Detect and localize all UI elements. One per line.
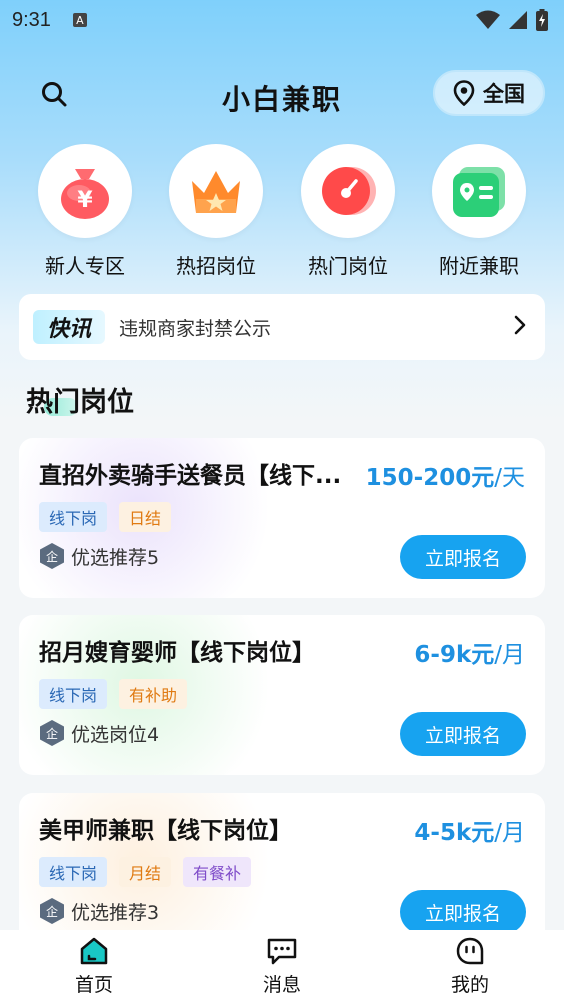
company-info: 企 优选推荐3 [39,897,159,925]
job-title: 美甲师兼职【线下岗位】 [39,818,292,844]
tab-label: 消息 [262,974,301,996]
company-name: 优选推荐5 [71,546,160,569]
salary-amount: 4-5k元 [414,820,495,846]
job-title: 直招外卖骑手送餐员【线下... [39,463,342,489]
profile-icon [456,937,484,965]
crown-icon [192,171,240,213]
wifi-icon [476,10,500,29]
job-tag: 日结 [119,502,172,532]
category-icon-wrap [169,144,263,238]
job-tag: 线下岗 [39,857,108,887]
category-nearby[interactable]: 附近兼职 [419,144,539,279]
job-salary: 150-200元/天 [366,458,525,492]
news-text: 违规商家封禁公示 [119,317,272,340]
job-card[interactable]: 直招外卖骑手送餐员【线下... 150-200元/天 线下岗 日结 企 优选推荐… [19,438,545,598]
job-tag: 线下岗 [39,502,108,532]
job-tags: 线下岗 月结 有餐补 [39,857,252,887]
notification-icon: A [72,13,87,27]
location-pin-icon [453,80,475,106]
tab-label: 首页 [74,974,113,996]
job-tag: 有补助 [119,679,188,709]
salary-amount: 6-9k元 [414,642,495,668]
job-salary: 4-5k元/月 [414,813,525,847]
job-card[interactable]: 招月嫂育婴师【线下岗位】 6-9k元/月 线下岗 有补助 企 优选岗位4 立即报… [19,615,545,775]
category-popular[interactable]: 热门岗位 [288,144,408,279]
salary-unit: /天 [494,465,525,491]
location-button[interactable]: 全国 [433,70,545,116]
category-icon-wrap: ¥ [38,144,132,238]
apply-button[interactable]: 立即报名 [400,535,526,579]
bottom-tab-bar: 首页 消息 我的 [0,930,564,1004]
badge-text: 企 [46,904,58,919]
category-icon-wrap [301,144,395,238]
job-salary: 6-9k元/月 [414,635,525,669]
id-card-icon [453,167,505,217]
enterprise-badge-icon: 企 [40,720,64,746]
tab-label: 我的 [450,974,489,996]
category-label: 热门岗位 [308,254,388,278]
status-icons [476,9,548,31]
svg-text:¥: ¥ [77,188,93,213]
header: 小白兼职 全国 [0,68,564,120]
salary-unit: /月 [494,642,525,668]
money-bag-icon: ¥ [61,169,109,219]
enterprise-badge-icon: 企 [40,543,64,569]
battery-icon [536,9,548,31]
category-grid: ¥ 新人专区 热招岗位 热门岗位 附近兼职 [0,144,564,279]
company-info: 企 优选岗位4 [39,719,159,747]
apply-button[interactable]: 立即报名 [400,890,526,934]
apply-button[interactable]: 立即报名 [400,712,526,756]
gauge-icon [322,167,376,215]
chevron-right-icon [513,314,527,340]
signal-icon [509,11,527,29]
company-name: 优选岗位4 [71,723,160,746]
category-newcomer[interactable]: ¥ 新人专区 [25,144,145,279]
home-icon [80,937,108,965]
message-icon [267,938,297,965]
company-info: 企 优选推荐5 [39,542,159,570]
job-tag: 线下岗 [39,679,108,709]
company-name: 优选推荐3 [71,901,160,924]
tab-home[interactable]: 首页 [0,930,188,1004]
job-title: 招月嫂育婴师【线下岗位】 [39,640,315,666]
category-hot-hiring[interactable]: 热招岗位 [156,144,276,279]
badge-text: 企 [46,549,58,564]
location-label: 全国 [483,82,525,106]
section-title: 热门岗位 [26,387,134,418]
job-tags: 线下岗 日结 [39,502,172,532]
category-label: 新人专区 [45,254,125,278]
job-tag: 有餐补 [183,857,252,887]
category-icon-wrap [432,144,526,238]
job-tag: 月结 [119,857,172,887]
salary-amount: 150-200元 [365,465,495,491]
job-tags: 线下岗 有补助 [39,679,188,709]
status-bar: 9:31 A [0,0,564,40]
status-time: 9:31 [12,8,51,31]
salary-unit: /月 [494,820,525,846]
news-tag: 快讯 [33,310,105,344]
category-label: 热招岗位 [176,254,256,278]
category-label: 附近兼职 [439,254,519,278]
tab-profile[interactable]: 我的 [376,930,564,1004]
news-bar[interactable]: 快讯 违规商家封禁公示 [19,294,545,360]
badge-text: 企 [46,726,58,741]
tab-messages[interactable]: 消息 [188,930,376,1004]
enterprise-badge-icon: 企 [40,898,64,924]
